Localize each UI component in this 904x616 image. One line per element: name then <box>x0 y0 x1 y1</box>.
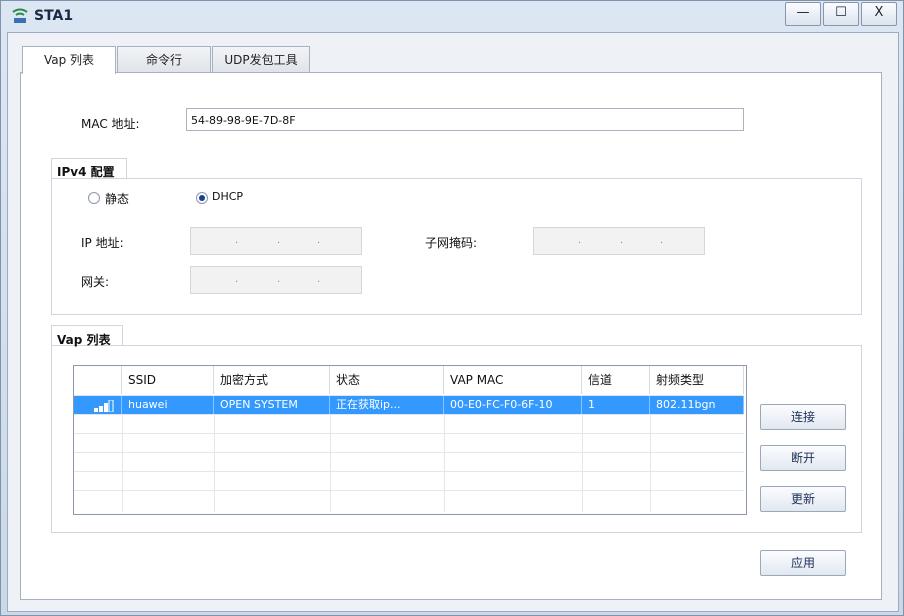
update-button[interactable]: 更新 <box>760 486 846 512</box>
maximize-button[interactable]: ☐ <box>823 2 859 26</box>
gateway-label: 网关: <box>81 275 110 289</box>
radio-type-cell: 802.11bgn <box>650 396 744 414</box>
column-header-vap-mac[interactable]: VAP MAC <box>444 366 582 394</box>
apply-button[interactable]: 应用 <box>760 550 846 576</box>
ip-address-label: IP 地址: <box>81 236 124 250</box>
table-row[interactable]: huawei OPEN SYSTEM 正在获取ip... 00-E0-FC-F0… <box>74 395 744 414</box>
column-header-status[interactable]: 状态 <box>330 366 444 394</box>
grid-line <box>582 414 583 512</box>
column-header-signal <box>74 366 122 394</box>
subnet-mask-label: 子网掩码: <box>425 236 478 250</box>
tab-udp-tool[interactable]: UDP发包工具 <box>212 46 310 73</box>
subnet-mask-field[interactable]: ... <box>533 227 705 255</box>
grid-line <box>330 414 331 512</box>
table-row <box>74 433 744 452</box>
ipv4-group-title: IPv4 配置 <box>57 165 115 179</box>
dhcp-radio-label[interactable]: DHCP <box>212 190 243 203</box>
station-icon <box>12 8 28 23</box>
grid-line <box>650 414 651 512</box>
grid-line <box>122 414 123 512</box>
table-row <box>74 414 744 433</box>
column-header-channel[interactable]: 信道 <box>582 366 650 394</box>
ip-address-field[interactable]: ... <box>190 227 362 255</box>
connect-button[interactable]: 连接 <box>760 404 846 430</box>
disconnect-button[interactable]: 断开 <box>760 445 846 471</box>
vap-group-title: Vap 列表 <box>57 333 111 347</box>
window-title: STA1 <box>34 8 74 24</box>
minimize-button[interactable]: — <box>785 2 821 26</box>
signal-strength-icon <box>94 400 114 412</box>
table-row <box>74 452 744 471</box>
table-row <box>74 490 744 509</box>
tab-command-line[interactable]: 命令行 <box>117 46 211 73</box>
mac-label: MAC 地址: <box>81 117 140 131</box>
column-header-encryption[interactable]: 加密方式 <box>214 366 330 394</box>
static-radio[interactable] <box>88 192 100 204</box>
column-header-radio-type[interactable]: 射频类型 <box>650 366 744 394</box>
gateway-field[interactable]: ... <box>190 266 362 294</box>
table-row <box>74 471 744 490</box>
static-radio-label[interactable]: 静态 <box>105 190 129 207</box>
channel-cell: 1 <box>582 396 650 414</box>
encryption-cell: OPEN SYSTEM <box>214 396 330 414</box>
dhcp-radio[interactable] <box>196 192 208 204</box>
status-cell: 正在获取ip... <box>330 396 444 414</box>
ssid-cell: huawei <box>122 396 214 414</box>
signal-cell <box>74 396 122 414</box>
mac-input[interactable]: 54-89-98-9E-7D-8F <box>186 108 744 131</box>
vap-mac-cell: 00-E0-FC-F0-6F-10 <box>444 396 582 414</box>
grid-line <box>444 414 445 512</box>
grid-line <box>214 414 215 512</box>
tab-vap-list[interactable]: Vap 列表 <box>22 46 116 74</box>
title-bar: STA1 — ☐ X <box>0 0 902 32</box>
column-header-ssid[interactable]: SSID <box>122 366 214 394</box>
vap-table: SSID 加密方式 状态 VAP MAC 信道 射频类型 huawei OPEN… <box>73 365 747 515</box>
close-button[interactable]: X <box>861 2 897 26</box>
